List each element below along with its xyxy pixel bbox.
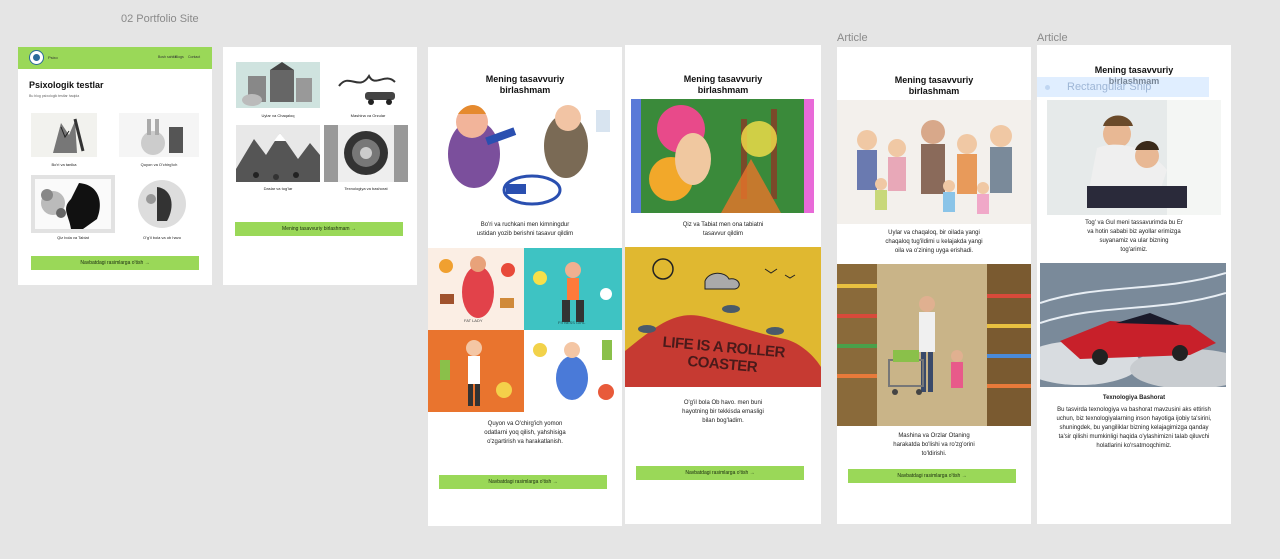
frame-article-2[interactable]: Mening tasavvuriy birlashmam Qiz va Tabi… <box>625 45 821 524</box>
article2-caption1-line2: tasavvur qildim <box>702 231 743 237</box>
next-images-button-article2[interactable]: Navbatdagi rasimlarga o'tish → <box>636 466 804 480</box>
rectangular-snip-selection[interactable]: Rectangular Snip <box>1037 77 1209 97</box>
article4-body-line2: uchun, biz texnologiyalarning inson hayo… <box>1056 416 1212 422</box>
car-dreams-image <box>329 62 407 108</box>
logo-icon[interactable] <box>29 50 44 65</box>
article4-caption1-line3: suyanamiz va ular bizning <box>1099 238 1169 244</box>
article-label-2[interactable]: Article <box>1037 32 1068 44</box>
girl-nature-image <box>31 175 115 233</box>
gallery-caption-4: Texnologiya va bashorat <box>344 186 388 191</box>
fat-lady-tag: FAT LADY <box>464 318 483 323</box>
article3-caption1-line2: chaqaloq tug'ildimi u kelajakda yangi <box>885 239 983 245</box>
article3-caption1-line1: Uylar va chaqaloq, bir oilada yangi <box>888 230 980 236</box>
nav-item-blogs[interactable]: Blogs <box>175 55 184 59</box>
next-images-button[interactable]: Navbatdagi rasimlarga o'tish → <box>31 256 199 270</box>
wolf-pen-image <box>31 113 97 157</box>
article3-title-line1: Mening tasavvuriy <box>894 75 974 85</box>
supermarket-image <box>837 264 1031 426</box>
article2-caption2-line3: bilan bog'ladim. <box>702 418 744 424</box>
article2-caption2-line1: O'g'il bola Ob havo. men buni <box>683 400 763 406</box>
next-images-button-article1[interactable]: Navbatdagi rasimlarga o'tish → <box>439 475 607 489</box>
article4-body-line3: shuningdek, bu yangiliklar bizning kelaj… <box>1059 425 1209 431</box>
article4-caption1-line1: Tog' va Gul meni tassavurimda bu Er <box>1085 220 1183 226</box>
frame-gallery[interactable]: Uylar va Chaqaloq Mashina va Orzular Das… <box>223 47 417 285</box>
fitness-girl-panel: FITNESS GIRL <box>524 248 622 330</box>
frame-article-1[interactable]: Mening tasavvuriy birlashmam Bo'ri va ru… <box>428 47 622 526</box>
article3-caption2-line3: to'ldirishi. <box>921 451 947 457</box>
card-caption-4: O'g'il bola va ob havo <box>143 235 181 240</box>
hero-subtitle: Bu blog psixologik testlar haqida <box>29 94 80 98</box>
article2-title-line2: birlashmam <box>697 85 749 95</box>
article2-caption2-line2: hayotning bir tekkisda emasligi <box>682 409 764 415</box>
caption2-line2: odatlarni yoq qilish, yahshisiga <box>484 430 566 436</box>
logo-text: Psixo <box>48 55 58 60</box>
article-title-line1: Mening tasavvuriy <box>485 74 565 84</box>
gallery-caption-2: Mashina va Orzular <box>350 113 386 118</box>
article3-caption2-line1: Mashina va Orzlar Otaning <box>898 433 970 439</box>
flying-car-image <box>1040 263 1226 387</box>
next-images-button-article3[interactable]: Navbatdagi rasimlarga o'tish → <box>848 469 1016 483</box>
article-title-line2: birlashmam <box>499 85 551 95</box>
caption2-line1: Quyon va O'chirg'ich yomon <box>487 421 563 427</box>
wolf-pen-cartoon-image <box>436 100 616 208</box>
boy-weather-image <box>137 175 187 233</box>
family-image <box>837 100 1031 224</box>
technology-image <box>324 125 408 182</box>
caption1-line2: ustidan yozib berishni tasavur qildim <box>476 231 574 237</box>
bad-habits-panel <box>428 330 524 412</box>
group-label[interactable]: 02 Portfolio Site <box>121 13 199 25</box>
fat-lady-panel: FAT LADY <box>428 248 524 330</box>
selection-dot-icon <box>1045 85 1050 90</box>
health-panel <box>524 330 622 412</box>
couple-image <box>1047 100 1221 215</box>
card-caption-3: Qiz bola va Tabiat <box>57 235 89 240</box>
my-combination-button[interactable]: Mening tasavvuriy birlashmam → <box>235 222 403 236</box>
article4-subtitle: Texnologiya Bashorat <box>1102 395 1166 401</box>
hero-title: Psixologik testlar <box>29 80 104 90</box>
houses-baby-image <box>236 62 320 108</box>
nav-item-home[interactable]: Bosh sahifa <box>158 55 176 59</box>
caption1-line1: Bo'ri va ruchkani men kimningdur <box>480 222 570 228</box>
frame-article-4[interactable]: Mening tasavvuriy birlashmam Rectangular… <box>1037 45 1231 524</box>
card-caption-1: Bo'ri va tanlka <box>51 162 77 167</box>
card-caption-2: Quyon va O'chirg'ich <box>140 162 178 167</box>
article4-body-line1: Bu tasvirda texnologiya va bashorat mavz… <box>1057 407 1211 413</box>
article4-title-line1: Mening tasavvuriy <box>1094 65 1174 75</box>
article-label-1[interactable]: Article <box>837 32 868 44</box>
fitness-girl-tag: FITNESS GIRL <box>558 320 586 325</box>
caption2-line3: o'zgartirish va harakatlanish. <box>487 439 563 445</box>
header-bar: Psixo Bosh sahifa Blogs Contact <box>18 47 212 69</box>
frame-home[interactable]: Psixo Bosh sahifa Blogs Contact Psixolog… <box>18 47 212 285</box>
article4-caption1-line2: va hotin sababi biz ayollar erimizga <box>1087 229 1181 235</box>
article3-caption2-line2: harakatda bo'lishi va ro'zg'orini <box>893 442 975 448</box>
article3-caption1-line3: oila va o'zining uyga erishadi. <box>894 248 974 254</box>
article2-title-line1: Mening tasavvuriy <box>683 74 763 84</box>
frame-article-3[interactable]: Mening tasavvuriy birlashmam Uylar va ch… <box>837 47 1031 524</box>
gallery-caption-3: Daslar va tog'lar <box>263 186 293 191</box>
article3-title-line2: birlashmam <box>908 86 960 96</box>
mountains-flowers-image <box>236 125 320 182</box>
article4-body-line5: holatlarini ko'rsatmoqchimiz. <box>1096 443 1172 449</box>
roller-coaster-poster: LIFE IS A ROLLER COASTER <box>625 247 821 387</box>
nav-item-contact[interactable]: Contact <box>188 55 200 59</box>
girl-nature-colorful-image <box>631 99 814 213</box>
article4-body-line4: ta'sir qilishi mumkinligi haqida o'ylash… <box>1058 434 1210 440</box>
gallery-caption-1: Uylar va Chaqaloq <box>261 113 295 118</box>
rabbit-eraser-image <box>119 113 199 157</box>
article2-caption1-line1: Qiz va Tabiat men ona tabiatni <box>682 222 764 228</box>
article4-caption1-line4: tog'arimiz. <box>1120 247 1148 253</box>
